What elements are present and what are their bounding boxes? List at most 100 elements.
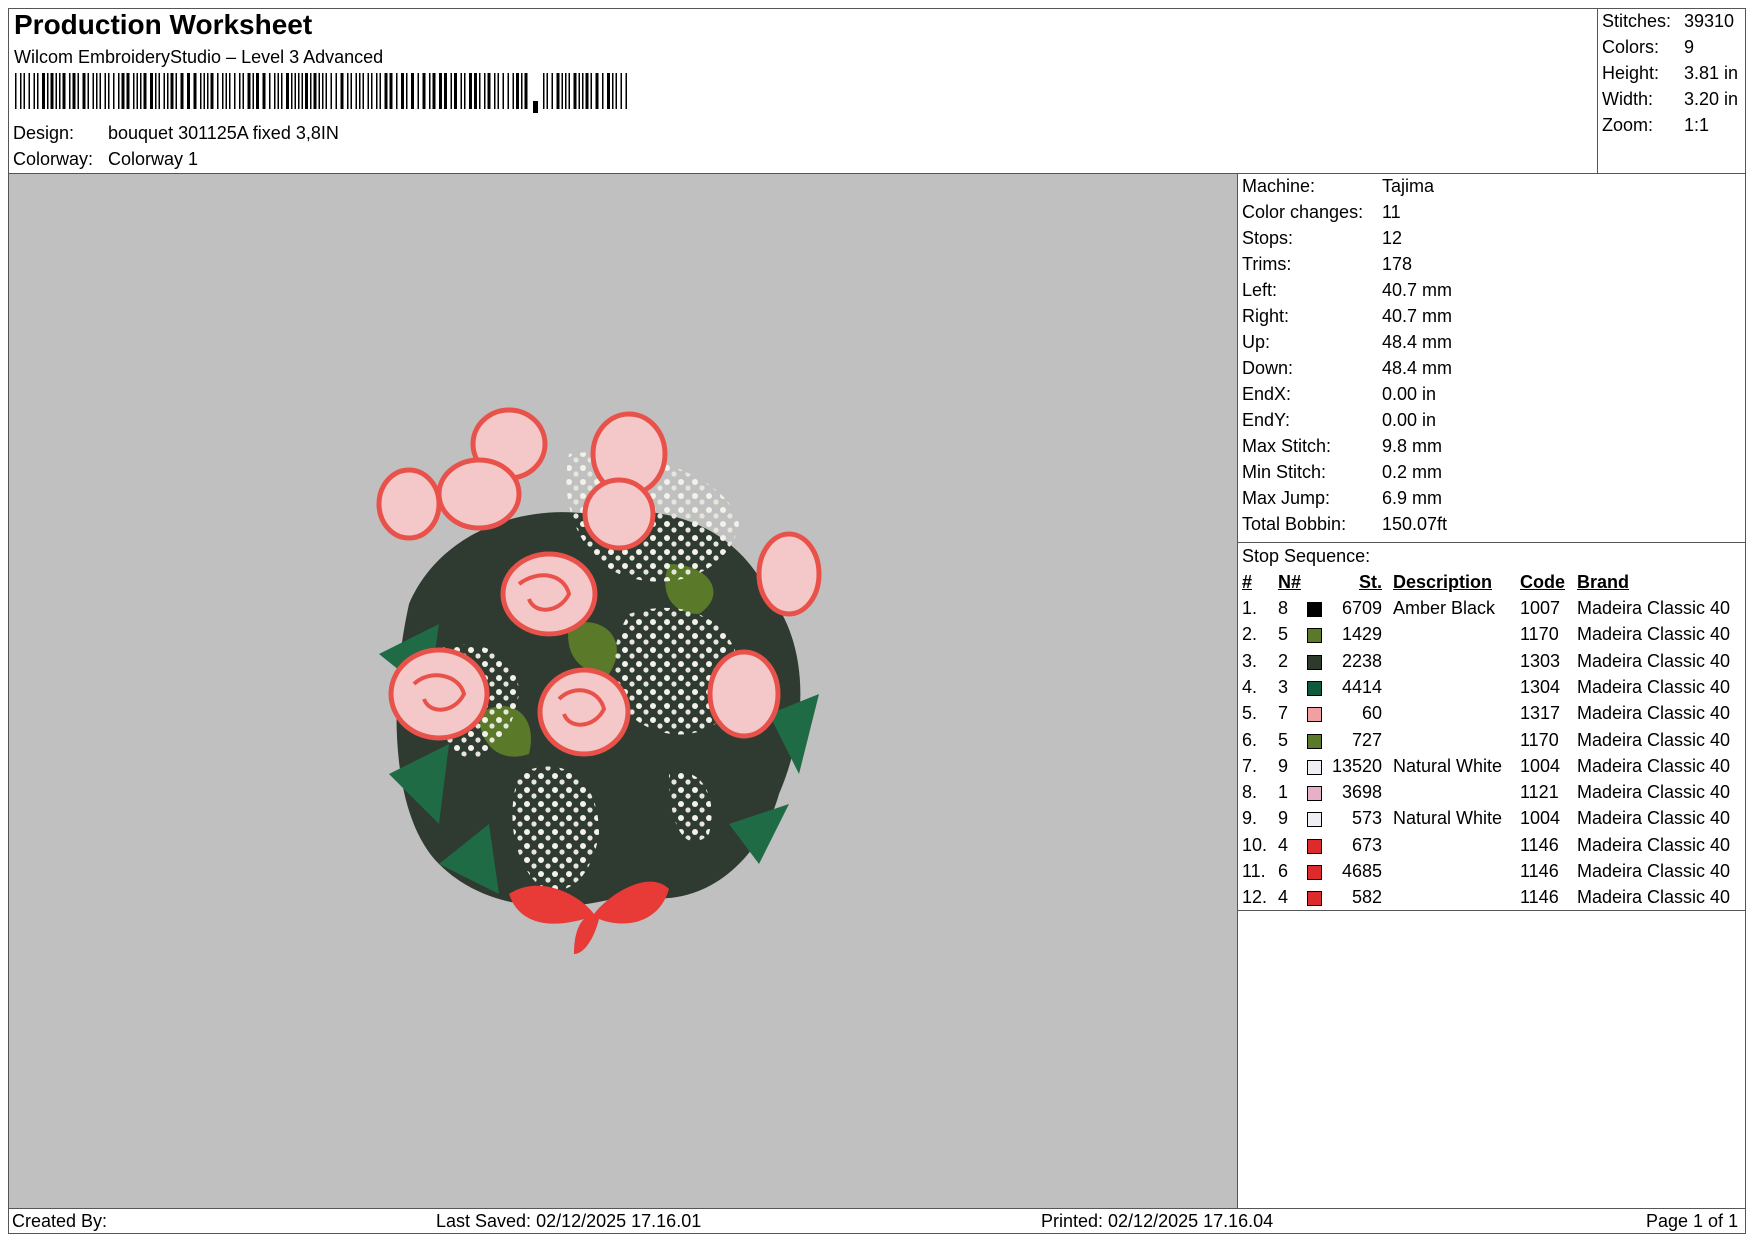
needle-number: 6 [1278,861,1289,881]
endx-value: 0.00 in [1382,384,1437,404]
needle-number: 5 [1278,624,1289,644]
thread-brand: Madeira Classic 40 [1577,730,1731,750]
trims-label: Trims: [1242,254,1292,274]
width-value: 3.20 in [1684,89,1739,109]
thread-color-swatch [1307,891,1322,906]
stitch-count: 727 [1351,730,1382,750]
thread-color-swatch [1307,655,1322,670]
max-stitch-value: 9.8 mm [1382,436,1443,456]
side-panel: Machine: Tajima Color changes: 11 Stops:… [1237,173,1746,1209]
thread-code: 1004 [1520,808,1561,828]
max-stitch-label: Max Stitch: [1242,436,1332,456]
col-header-needle: N# [1278,572,1302,592]
stop-number: 6. [1242,730,1258,750]
stop-number: 5. [1242,703,1258,723]
thread-code: 1146 [1520,861,1559,881]
up-value: 48.4 mm [1382,332,1453,352]
worksheet-footer: Created By: Last Saved: 02/12/2025 17.16… [8,1208,1746,1234]
thread-brand: Madeira Classic 40 [1577,861,1731,881]
down-value: 48.4 mm [1382,358,1453,378]
needle-number: 7 [1278,703,1289,723]
total-bobbin-label: Total Bobbin: [1242,514,1347,534]
thread-code: 1007 [1520,598,1561,618]
thread-color-swatch [1307,628,1322,643]
colors-label: Colors: [1602,37,1660,57]
endx-label: EndX: [1242,384,1292,404]
stop-number: 3. [1242,651,1258,671]
needle-number: 4 [1278,887,1289,907]
needle-number: 1 [1278,782,1289,802]
stop-number: 10. [1242,835,1268,855]
thread-code: 1121 [1520,782,1559,802]
thread-description: Amber Black [1393,598,1496,618]
thread-brand: Madeira Classic 40 [1577,887,1731,907]
max-jump-label: Max Jump: [1242,488,1331,508]
stop-number: 7. [1242,756,1258,776]
stop-number: 11. [1242,861,1266,881]
needle-number: 5 [1278,730,1289,750]
design-label: Design: [13,123,75,143]
needle-number: 8 [1278,598,1289,618]
stitch-count: 60 [1361,703,1382,723]
stitch-count: 582 [1351,887,1382,907]
machine-value: Tajima [1382,176,1435,196]
thread-brand: Madeira Classic 40 [1577,624,1731,644]
stop-number: 12. [1242,887,1268,907]
thread-brand: Madeira Classic 40 [1577,756,1731,776]
color-changes-label: Color changes: [1242,202,1364,222]
table-bottom-divider [1238,910,1745,911]
stop-number: 9. [1242,808,1258,828]
endy-label: EndY: [1242,410,1291,430]
thread-color-swatch [1307,760,1322,775]
page-title: Production Worksheet [14,9,313,40]
left-label: Left: [1242,280,1278,300]
stitches-label: Stitches: [1602,11,1672,31]
bouquet-embroidery-image [376,407,822,954]
thread-brand: Madeira Classic 40 [1577,808,1731,828]
max-jump-value: 6.9 mm [1382,488,1443,508]
color-changes-value: 11 [1382,202,1401,222]
design-summary: Stitches: 39310 Colors: 9 Height: 3.81 i… [1597,8,1746,174]
col-header-stitches: St. [1358,572,1382,592]
thread-brand: Madeira Classic 40 [1577,598,1731,618]
thread-code: 1317 [1520,703,1561,723]
thread-brand: Madeira Classic 40 [1577,835,1731,855]
thread-description: Natural White [1393,756,1503,776]
machine-label: Machine: [1242,176,1316,196]
stitch-count: 673 [1351,835,1382,855]
section-divider [1238,542,1745,543]
thread-brand: Madeira Classic 40 [1577,782,1731,802]
thread-code: 1304 [1520,677,1561,697]
stitches-value: 39310 [1684,11,1735,31]
thread-color-swatch [1307,865,1322,880]
stop-sequence-title: Stop Sequence: [1242,546,1371,566]
col-header-description: Description [1393,572,1493,592]
up-label: Up: [1242,332,1271,352]
zoom-value: 1:1 [1684,115,1710,135]
stitch-count: 3698 [1341,782,1382,802]
created-by: Created By: [12,1211,108,1231]
needle-number: 9 [1278,756,1289,776]
last-saved: Last Saved: 02/12/2025 17.16.01 [436,1211,702,1231]
thread-brand: Madeira Classic 40 [1577,677,1731,697]
thread-color-swatch [1307,681,1322,696]
thread-color-swatch [1307,812,1322,827]
thread-code: 1146 [1520,835,1559,855]
page-number: Page 1 of 1 [1646,1211,1739,1231]
colors-value: 9 [1684,37,1695,57]
right-value: 40.7 mm [1382,306,1453,326]
stitch-count: 4414 [1341,677,1382,697]
thread-color-swatch [1307,734,1322,749]
min-stitch-value: 0.2 mm [1382,462,1443,482]
min-stitch-label: Min Stitch: [1242,462,1327,482]
thread-brand: Madeira Classic 40 [1577,703,1731,723]
needle-number: 3 [1278,677,1289,697]
stitch-count: 4685 [1341,861,1382,881]
total-bobbin-value: 150.07ft [1382,514,1448,534]
col-header-number: # [1242,572,1253,592]
thread-color-swatch [1307,602,1322,617]
stop-number: 2. [1242,624,1258,644]
needle-number: 2 [1278,651,1289,671]
thread-color-swatch [1307,786,1322,801]
printed-date: Printed: 02/12/2025 17.16.04 [1041,1211,1274,1231]
